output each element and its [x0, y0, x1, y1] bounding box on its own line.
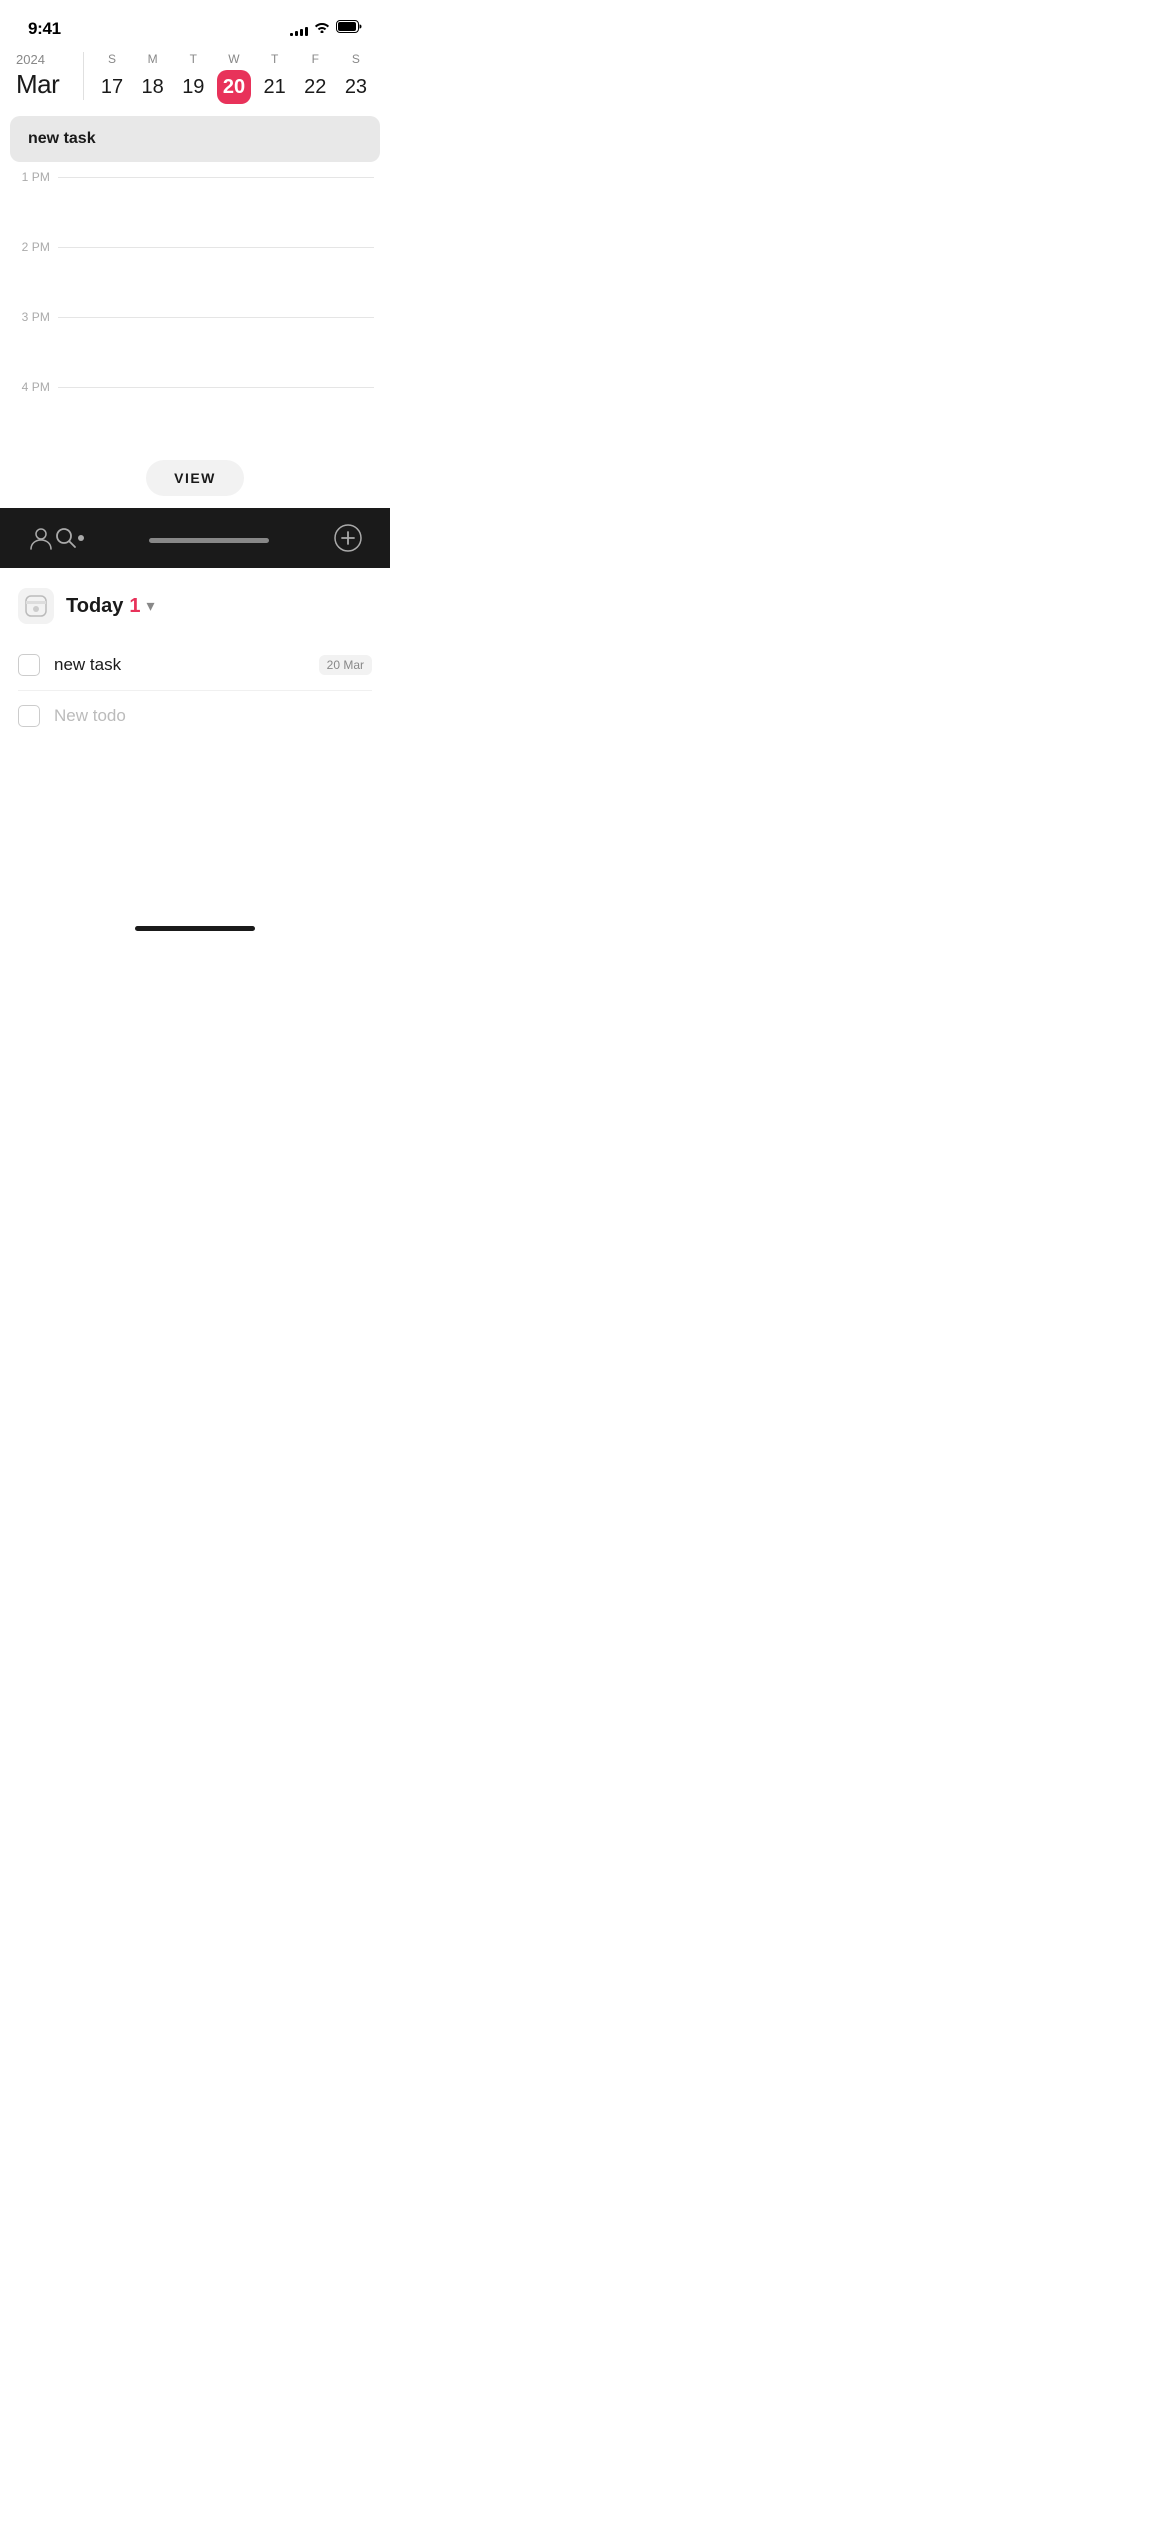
view-button[interactable]: VIEW	[146, 460, 244, 496]
year-label: 2024	[16, 52, 73, 69]
signal-icon	[290, 23, 308, 36]
todo-item-1[interactable]: New todo	[18, 691, 372, 741]
wifi-icon	[314, 20, 330, 38]
status-icons	[290, 20, 362, 38]
sheet-title-row: Today 1 ▾	[66, 595, 155, 618]
day-name: S	[352, 52, 360, 66]
day-number: 22	[298, 70, 332, 104]
day-name: S	[108, 52, 116, 66]
bottom-sheet: Today 1 ▾ new task 20 Mar New todo	[0, 568, 390, 918]
day-col-21[interactable]: T 21	[257, 52, 293, 104]
time-label: 1 PM	[16, 170, 58, 184]
day-name: T	[271, 52, 278, 66]
time-slot-2pm: 2 PM	[16, 240, 374, 310]
status-time: 9:41	[28, 19, 61, 39]
sheet-count: 1	[129, 595, 140, 618]
calendar-body: 1 PM 2 PM 3 PM 4 PM	[0, 170, 390, 450]
day-name: F	[312, 52, 319, 66]
home-indicator-area	[84, 534, 334, 543]
todo-list: new task 20 Mar New todo	[0, 640, 390, 741]
home-indicator-pill	[135, 926, 255, 931]
view-btn-wrap: VIEW	[0, 450, 390, 508]
day-name: T	[190, 52, 197, 66]
time-line	[58, 317, 374, 318]
time-line	[58, 387, 374, 388]
time-label: 3 PM	[16, 310, 58, 324]
todo-text: New todo	[54, 706, 372, 726]
todo-checkbox[interactable]	[18, 705, 40, 727]
day-number: 23	[339, 70, 373, 104]
day-col-19[interactable]: T 19	[175, 52, 211, 104]
status-bar: 9:41	[0, 0, 390, 48]
day-col-17[interactable]: S 17	[94, 52, 130, 104]
time-line	[58, 177, 374, 178]
bottom-sheet-header: Today 1 ▾	[0, 588, 390, 640]
todo-date-badge: 20 Mar	[319, 655, 372, 675]
todo-text-col: new task	[54, 655, 305, 675]
days-row: S 17 M 18 T 19 W 20 T 21 F 22 S 23	[94, 52, 374, 104]
day-col-20[interactable]: W 20	[216, 52, 252, 104]
time-line	[58, 247, 374, 248]
todo-text: new task	[54, 655, 305, 675]
time-slot-4pm: 4 PM	[16, 380, 374, 450]
day-col-23[interactable]: S 23	[338, 52, 374, 104]
tab-person[interactable]	[28, 525, 54, 551]
day-number: 19	[176, 70, 210, 104]
day-number: 18	[136, 70, 170, 104]
month-label: Mar	[16, 69, 73, 100]
tab-bar	[0, 508, 390, 568]
day-name: M	[148, 52, 158, 66]
calendar-header: 2024 Mar S 17 M 18 T 19 W 20 T 21 F 22 S…	[0, 48, 390, 112]
today-app-icon	[18, 588, 54, 624]
home-indicator	[0, 918, 390, 943]
todo-text-col: New todo	[54, 706, 372, 726]
day-number: 17	[95, 70, 129, 104]
tab-add[interactable]	[334, 524, 362, 552]
sheet-title: Today	[66, 595, 123, 618]
task-banner-text: new task	[28, 130, 96, 147]
time-label: 2 PM	[16, 240, 58, 254]
time-slot-1pm: 1 PM	[16, 170, 374, 240]
day-name: W	[228, 52, 239, 66]
day-number: 20	[217, 70, 251, 104]
todo-checkbox[interactable]	[18, 654, 40, 676]
chevron-down-icon[interactable]: ▾	[147, 596, 155, 616]
time-label: 4 PM	[16, 380, 58, 394]
todo-item-0[interactable]: new task 20 Mar	[18, 640, 372, 691]
tab-search[interactable]	[54, 526, 78, 550]
day-col-22[interactable]: F 22	[297, 52, 333, 104]
day-number: 21	[258, 70, 292, 104]
task-banner: new task	[10, 116, 380, 162]
day-col-18[interactable]: M 18	[135, 52, 171, 104]
battery-icon	[336, 20, 362, 38]
time-slot-3pm: 3 PM	[16, 310, 374, 380]
month-year-col: 2024 Mar	[16, 52, 84, 100]
